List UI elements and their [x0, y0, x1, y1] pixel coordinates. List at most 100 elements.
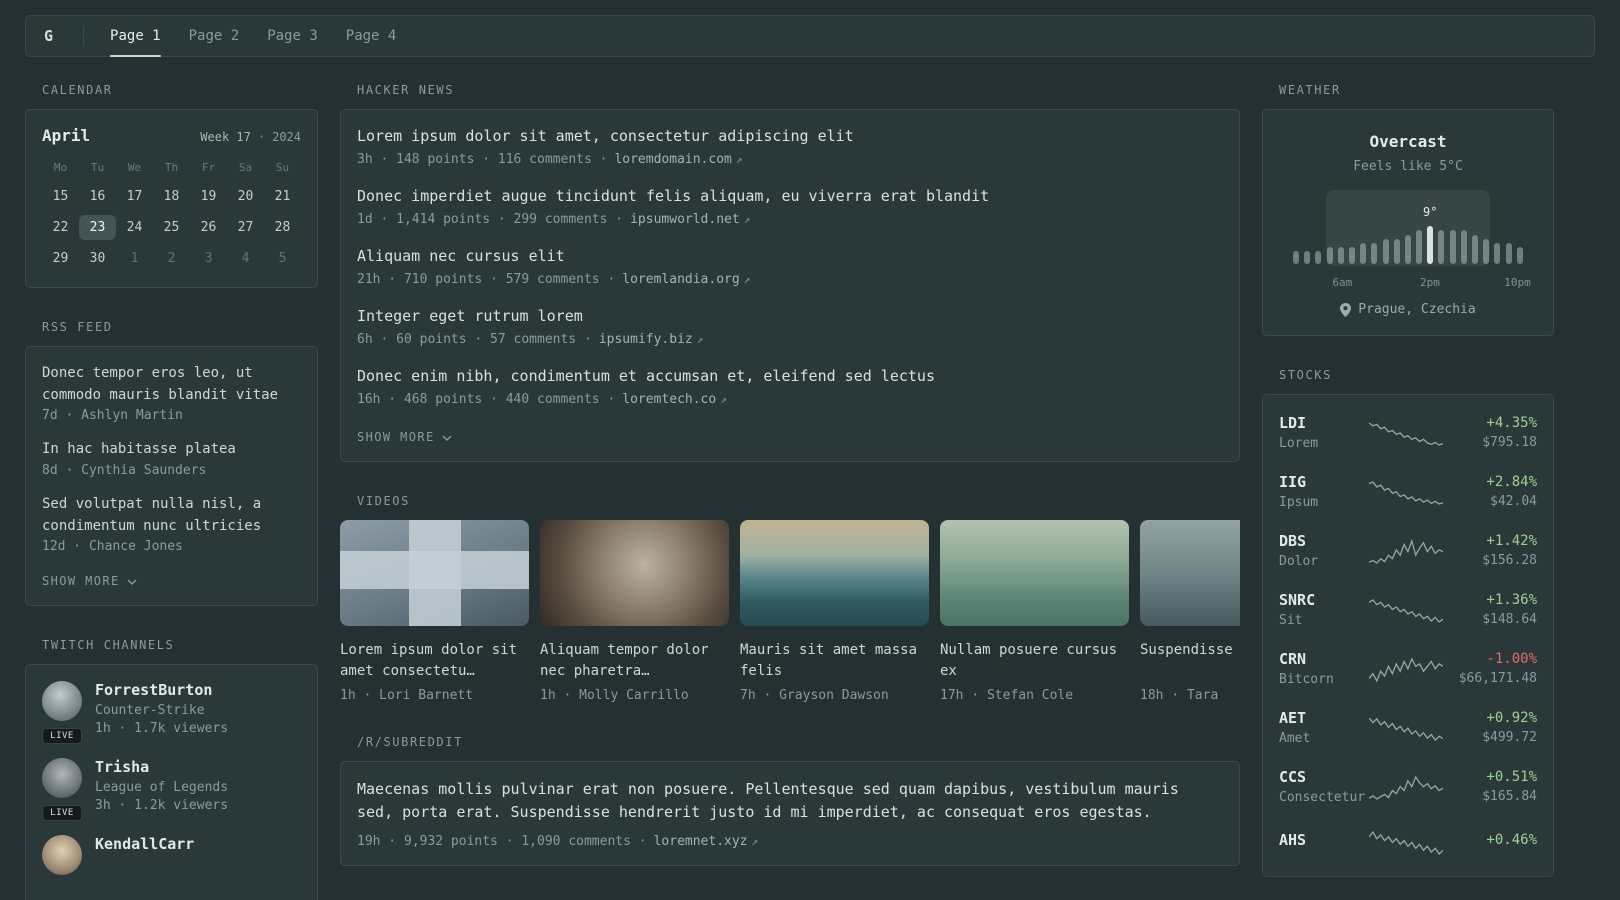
subreddit-widget: /R/SUBREDDIT Maecenas mollis pulvinar er…: [340, 735, 1240, 866]
stock-row[interactable]: IIG Ipsum +2.84% $42.04: [1279, 462, 1537, 521]
weather-bar: 9°: [1423, 205, 1437, 264]
calendar-day-selected: 23: [79, 215, 116, 240]
video-card[interactable]: Aliquam tempor dolor nec pharetra… 1h · …: [540, 520, 729, 703]
hn-story-link[interactable]: Lorem ipsum dolor sit amet, consectetur …: [357, 126, 1223, 147]
video-title[interactable]: Nullam posuere cursus ex: [940, 640, 1129, 683]
weather-time-label: 6am: [1332, 276, 1353, 289]
subreddit-post-link[interactable]: Maecenas mollis pulvinar erat non posuer…: [357, 780, 1179, 821]
calendar-day: 27: [237, 220, 254, 235]
rss-item: Donec tempor eros leo, ut commodo mauris…: [42, 363, 301, 423]
stock-row[interactable]: AHS +0.46%: [1279, 816, 1537, 868]
weather-location: Prague, Czechia: [1279, 302, 1537, 317]
video-title[interactable]: Suspendisse diam: [1140, 640, 1240, 683]
external-link-icon: ↗: [735, 153, 743, 166]
channel-viewers: 1h · 1.7k viewers: [95, 721, 229, 737]
top-navbar: G Page 1 Page 2 Page 3 Page 4: [25, 15, 1595, 57]
video-card[interactable]: Nullam posuere cursus ex 17h · Stefan Co…: [940, 520, 1129, 703]
calendar-day: 28: [274, 220, 291, 235]
video-title[interactable]: Aliquam tempor dolor nec pharetra…: [540, 640, 729, 683]
twitch-channel[interactable]: LIVE Trisha League of Legends 3h · 1.2k …: [42, 758, 301, 822]
calendar-card: April Week 17 · 2024 Mo Tu We Th Fr Sa S…: [25, 109, 318, 288]
stock-price: $66,171.48: [1458, 671, 1537, 686]
stock-name: Dolor: [1279, 554, 1319, 569]
hn-item: Donec enim nibh, condimentum et accumsan…: [357, 366, 1223, 407]
weekday-label: Mo: [53, 161, 68, 174]
stock-row[interactable]: LDI Lorem +4.35% $795.18: [1279, 403, 1537, 462]
channel-name[interactable]: ForrestBurton: [95, 681, 228, 699]
tab-page-3[interactable]: Page 3: [267, 16, 318, 56]
stock-ticker: CCS: [1279, 768, 1307, 786]
hn-domain-link[interactable]: loremdomain.com: [614, 152, 731, 167]
tab-page-4[interactable]: Page 4: [346, 16, 397, 56]
hn-domain-link[interactable]: loremlandia.org: [622, 272, 739, 287]
video-title[interactable]: Lorem ipsum dolor sit amet consectetu…: [340, 640, 529, 683]
weather-bar: [1505, 243, 1512, 264]
stock-row[interactable]: SNRC Sit +1.36% $148.64: [1279, 580, 1537, 639]
calendar-day: 26: [200, 220, 217, 235]
twitch-card: LIVE ForrestBurton Counter-Strike 1h · 1…: [25, 664, 318, 900]
rss-item-link[interactable]: Sed volutpat nulla nisl, a condimentum n…: [42, 494, 301, 537]
hn-domain-link[interactable]: ipsumworld.net: [630, 212, 740, 227]
rss-card: Donec tempor eros leo, ut commodo mauris…: [25, 346, 318, 607]
twitch-channel[interactable]: LIVE ForrestBurton Counter-Strike 1h · 1…: [42, 681, 301, 745]
app-logo[interactable]: G: [44, 16, 57, 56]
hn-domain-link[interactable]: loremtech.co: [622, 392, 716, 407]
stocks-widget: STOCKS LDI Lorem +4.35% $795.18 IIG Ipsu…: [1262, 368, 1554, 877]
video-thumbnail[interactable]: [740, 520, 929, 626]
hn-item: Integer eget rutrum lorem 6h · 60 points…: [357, 306, 1223, 347]
weather-bar: [1382, 239, 1389, 264]
weather-bars: 9°: [1293, 205, 1523, 264]
calendar-widget: CALENDAR April Week 17 · 2024 Mo Tu We T…: [25, 83, 318, 288]
calendar-separator: ·: [257, 130, 266, 144]
stock-row[interactable]: CRN Bitcorn -1.00% $66,171.48: [1279, 639, 1537, 698]
stock-sparkline: [1368, 713, 1444, 743]
hn-story-link[interactable]: Aliquam nec cursus elit: [357, 246, 1223, 267]
channel-name[interactable]: Trisha: [95, 758, 228, 776]
hn-item-meta: 16h · 468 points · 440 comments · loremte…: [357, 392, 727, 407]
weather-condition: Overcast: [1369, 132, 1447, 151]
video-meta: 1h · Molly Carrillo: [540, 688, 689, 703]
channel-name[interactable]: KendallCarr: [95, 835, 194, 853]
hn-story-link[interactable]: Donec imperdiet augue tincidunt felis al…: [357, 186, 1223, 207]
calendar-year: 2024: [272, 130, 301, 144]
rss-show-more-button[interactable]: SHOW MORE: [42, 574, 137, 588]
hn-story-link[interactable]: Donec enim nibh, condimentum et accumsan…: [357, 366, 1223, 387]
stock-sparkline: [1368, 536, 1444, 566]
calendar-day-next-month: 1: [130, 251, 139, 266]
weather-bar: [1360, 243, 1367, 264]
video-thumbnail[interactable]: [940, 520, 1129, 626]
hn-show-more-button[interactable]: SHOW MORE: [357, 430, 452, 444]
tab-page-1[interactable]: Page 1: [110, 16, 161, 57]
video-title[interactable]: Mauris sit amet massa felis: [740, 640, 929, 683]
hn-item: Aliquam nec cursus elit 21h · 710 points…: [357, 246, 1223, 287]
weather-bar: [1337, 247, 1344, 264]
stock-row[interactable]: CCS Consectetur +0.51% $165.84: [1279, 757, 1537, 816]
external-link-icon: ↗: [743, 213, 751, 226]
calendar-day-next-month: 5: [278, 251, 287, 266]
hn-story-link[interactable]: Integer eget rutrum lorem: [357, 306, 1223, 327]
subreddit-card: Maecenas mollis pulvinar erat non posuer…: [340, 761, 1240, 866]
weather-card: Overcast Feels like 5°C 9° 6am 2pm 10pm Pr…: [1262, 109, 1554, 336]
hackernews-card: Lorem ipsum dolor sit amet, consectetur …: [340, 109, 1240, 462]
video-thumbnail[interactable]: [340, 520, 529, 626]
video-card[interactable]: Suspendisse diam 18h · Tara: [1140, 520, 1240, 703]
tab-page-2[interactable]: Page 2: [189, 16, 240, 56]
stock-row[interactable]: DBS Dolor +1.42% $156.28: [1279, 521, 1537, 580]
calendar-day: 24: [126, 220, 143, 235]
video-card[interactable]: Lorem ipsum dolor sit amet consectetu… 1…: [340, 520, 529, 703]
video-card[interactable]: Mauris sit amet massa felis 7h · Grayson…: [740, 520, 929, 703]
rss-item-link[interactable]: In hac habitasse platea: [42, 439, 301, 461]
channel-avatar: [42, 758, 82, 799]
video-thumbnail[interactable]: [540, 520, 729, 626]
page-tabs: Page 1 Page 2 Page 3 Page 4: [110, 16, 397, 57]
weather-bar: [1404, 235, 1411, 264]
stock-row[interactable]: AET Amet +0.92% $499.72: [1279, 698, 1537, 757]
video-thumbnail[interactable]: [1140, 520, 1240, 626]
stock-change: +0.46%: [1486, 832, 1537, 848]
twitch-channel[interactable]: KendallCarr: [42, 835, 301, 876]
hn-domain-link[interactable]: ipsumify.biz: [599, 332, 693, 347]
video-meta: 17h · Stefan Cole: [940, 688, 1074, 703]
rss-item-link[interactable]: Donec tempor eros leo, ut commodo mauris…: [42, 363, 301, 406]
stock-name: Sit: [1279, 613, 1303, 628]
subreddit-domain-link[interactable]: loremnet.xyz: [654, 834, 748, 849]
